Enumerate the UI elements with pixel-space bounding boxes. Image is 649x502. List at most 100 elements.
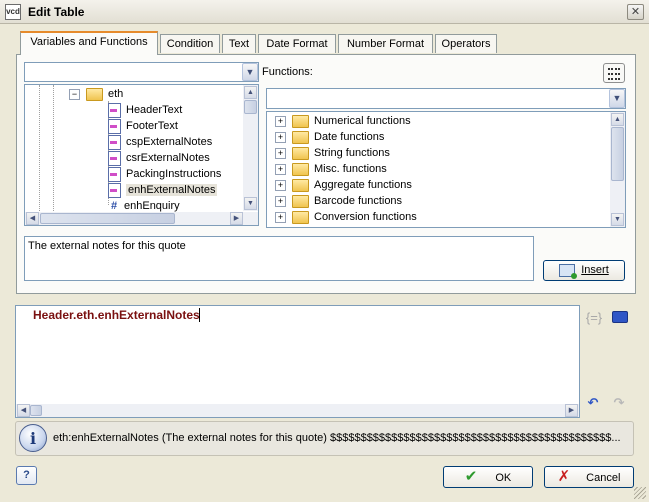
- cancel-x-icon: ✗: [557, 468, 571, 485]
- tree-item[interactable]: PackingInstructions: [108, 166, 221, 182]
- scroll-thumb[interactable]: [40, 213, 175, 224]
- function-category-label: Barcode functions: [314, 195, 403, 207]
- list-line: [608, 73, 620, 75]
- editor-horizontal-scrollbar[interactable]: [16, 404, 579, 417]
- folder-icon: [292, 210, 309, 224]
- functions-combo[interactable]: [266, 88, 626, 109]
- folder-icon: [292, 130, 309, 144]
- insert-icon: [559, 263, 578, 279]
- list-view-icon[interactable]: [603, 63, 625, 83]
- expand-icon[interactable]: +: [275, 195, 286, 207]
- scroll-thumb[interactable]: [30, 405, 42, 416]
- info-icon: i: [19, 424, 47, 452]
- tab-label: Condition: [166, 38, 214, 50]
- tree-item[interactable]: csrExternalNotes: [108, 150, 210, 166]
- scroll-down-icon[interactable]: ▼: [244, 197, 257, 210]
- tab-operators[interactable]: Operators: [435, 34, 497, 53]
- text-field-icon: [108, 118, 121, 134]
- scroll-thumb[interactable]: [244, 100, 257, 114]
- ok-label: OK: [495, 472, 512, 484]
- tab-number-format[interactable]: Number Format: [338, 34, 433, 53]
- undo-icon[interactable]: ↶: [585, 395, 601, 411]
- folder-icon: [292, 178, 309, 192]
- function-category-label: Numerical functions: [314, 115, 411, 127]
- tree-item-label: csrExternalNotes: [126, 152, 210, 164]
- expand-icon[interactable]: +: [275, 211, 286, 223]
- description-text: The external notes for this quote: [28, 240, 186, 252]
- app-icon: vcd: [5, 4, 21, 20]
- scroll-thumb[interactable]: [611, 127, 624, 181]
- variables-tree[interactable]: − eth HeaderText FooterText cspExternalNo…: [24, 84, 259, 226]
- tab-label: Text: [228, 38, 250, 50]
- tree-item[interactable]: cspExternalNotes: [108, 134, 212, 150]
- function-category[interactable]: + Numerical functions: [275, 113, 411, 129]
- functions-label: Functions:: [262, 66, 313, 78]
- tab-condition[interactable]: Condition: [160, 34, 220, 53]
- function-category[interactable]: + Aggregate functions: [275, 177, 412, 193]
- tree-item-label: cspExternalNotes: [126, 136, 213, 148]
- expand-icon[interactable]: +: [275, 147, 286, 159]
- tree-item[interactable]: HeaderText: [108, 102, 182, 118]
- text-field-icon: [108, 134, 121, 150]
- resize-grip-icon[interactable]: [634, 487, 646, 499]
- function-category-label: Aggregate functions: [314, 179, 412, 191]
- expand-icon[interactable]: +: [275, 131, 286, 143]
- function-category[interactable]: + Conversion functions: [275, 209, 417, 225]
- checkmark-icon: ✔: [464, 468, 478, 485]
- folder-icon: [292, 194, 309, 208]
- function-category-label: String functions: [314, 147, 390, 159]
- function-category[interactable]: + Date functions: [275, 129, 384, 145]
- tree-folder-label: eth: [108, 88, 124, 100]
- scroll-up-icon[interactable]: ▲: [244, 86, 257, 99]
- syntax-check-icon[interactable]: {=}: [585, 310, 603, 325]
- tab-text[interactable]: Text: [222, 34, 256, 53]
- redo-icon[interactable]: ↷: [611, 395, 627, 411]
- info-strip: i eth:enhExternalNotes (The external not…: [15, 421, 634, 456]
- function-category[interactable]: + Misc. functions: [275, 161, 387, 177]
- text-field-icon: [108, 182, 121, 198]
- description-box: The external notes for this quote: [24, 236, 534, 281]
- folder-icon: [86, 87, 103, 101]
- tree-guide: [39, 85, 40, 211]
- function-category-label: Misc. functions: [314, 163, 387, 175]
- scroll-up-icon[interactable]: ▲: [611, 113, 624, 126]
- expand-icon[interactable]: +: [275, 163, 286, 175]
- chevron-down-icon[interactable]: ▼: [609, 89, 625, 108]
- expression-text[interactable]: Header.eth.enhExternalNotes: [33, 308, 200, 322]
- tree-item[interactable]: FooterText: [108, 118, 178, 134]
- ok-button[interactable]: ✔ OK: [443, 466, 533, 488]
- expression-editor[interactable]: Header.eth.enhExternalNotes ◀ ▶: [15, 305, 580, 418]
- cancel-button[interactable]: ✗ Cancel: [544, 466, 634, 488]
- folder-icon: [292, 114, 309, 128]
- scroll-right-icon[interactable]: ▶: [565, 404, 578, 417]
- tree-item-label: enhExternalNotes: [126, 184, 218, 196]
- functions-tree[interactable]: + Numerical functions + Date functions + St…: [266, 111, 626, 228]
- function-category[interactable]: + Barcode functions: [275, 193, 402, 209]
- tree-folder-eth[interactable]: − eth: [69, 86, 123, 102]
- tab-label: Number Format: [346, 38, 425, 50]
- expand-icon[interactable]: +: [275, 179, 286, 191]
- tree-item-label: FooterText: [126, 120, 178, 132]
- scroll-left-icon[interactable]: ◀: [26, 212, 39, 225]
- tab-label: Date Format: [266, 38, 328, 50]
- tab-label: Operators: [441, 38, 491, 50]
- window-title: Edit Table: [28, 5, 85, 19]
- scroll-right-icon[interactable]: ▶: [230, 212, 243, 225]
- scroll-down-icon[interactable]: ▼: [611, 213, 624, 226]
- insert-button[interactable]: Insert: [543, 260, 625, 281]
- collapse-icon[interactable]: −: [69, 88, 80, 100]
- keyboard-icon[interactable]: [612, 311, 628, 323]
- tab-date-format[interactable]: Date Format: [258, 34, 336, 53]
- chevron-down-icon[interactable]: ▼: [242, 63, 258, 81]
- tree-item-label: enhEnquiry: [124, 200, 180, 212]
- tree-item-selected[interactable]: enhExternalNotes: [108, 182, 218, 198]
- function-category-label: Conversion functions: [314, 211, 417, 223]
- tab-variables-and-functions[interactable]: Variables and Functions: [20, 31, 158, 55]
- text-cursor: [199, 308, 200, 322]
- function-category[interactable]: + String functions: [275, 145, 390, 161]
- scroll-left-icon[interactable]: ◀: [17, 404, 30, 417]
- help-button[interactable]: ?: [16, 466, 37, 485]
- expand-icon[interactable]: +: [275, 115, 286, 127]
- variables-combo[interactable]: [24, 62, 259, 82]
- close-button[interactable]: ✕: [627, 4, 644, 20]
